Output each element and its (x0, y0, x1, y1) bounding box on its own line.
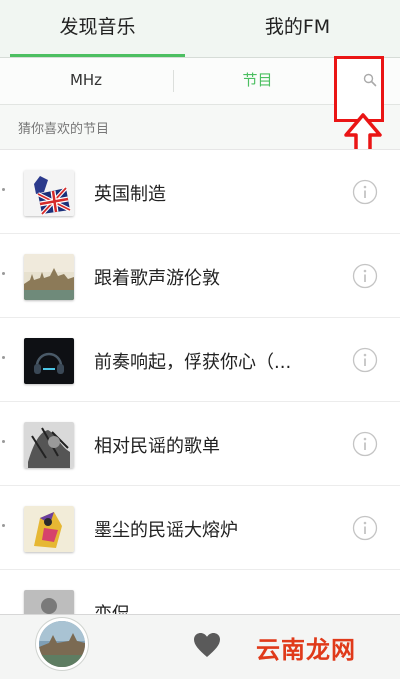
list-item[interactable]: 前奏响起，俘获你心（... (0, 318, 400, 402)
info-icon[interactable] (352, 263, 378, 289)
list-item[interactable]: 恋侃 (0, 570, 400, 615)
list-item[interactable]: 跟着歌声游伦敦 (0, 234, 400, 318)
edge-mark (2, 356, 5, 359)
active-tab-indicator (10, 54, 185, 57)
tab-my-fm[interactable]: 我的FM (195, 0, 400, 57)
headphones-art-icon (24, 338, 74, 384)
program-title: 墨尘的民谣大熔炉 (94, 520, 238, 541)
subtab-divider (173, 70, 174, 92)
program-title: 英国制造 (94, 184, 166, 205)
program-title: 前奏响起，俘获你心（... (94, 352, 292, 373)
program-title: 相对民谣的歌单 (94, 436, 220, 457)
section-label: 猜你喜欢的节目 (18, 122, 110, 137)
list-item[interactable]: 墨尘的民谣大熔炉 (0, 486, 400, 570)
edge-mark (2, 272, 5, 275)
subtab-mhz[interactable]: MHz (0, 58, 172, 104)
info-icon[interactable] (352, 515, 378, 541)
edge-mark (2, 188, 5, 191)
info-icon[interactable] (352, 347, 378, 373)
tab-my-fm-label: 我的FM (264, 16, 331, 38)
info-icon[interactable] (352, 431, 378, 457)
subtab-programs[interactable]: 节目 (175, 58, 340, 104)
uk-flag-icon (24, 170, 74, 216)
album-avatar-icon[interactable] (39, 621, 85, 667)
london-cityscape-icon (24, 254, 74, 300)
tab-discover-music-label: 发现音乐 (59, 16, 136, 38)
edge-mark (2, 524, 5, 527)
tab-discover-music[interactable]: 发现音乐 (0, 0, 195, 57)
list-item[interactable]: 英国制造 (0, 150, 400, 234)
illustration-art-icon (24, 506, 74, 552)
watermark-text: 云南龙网 (256, 636, 356, 664)
top-tab-bar: 发现音乐 我的FM (0, 0, 400, 58)
info-icon[interactable] (352, 179, 378, 205)
subtab-mhz-label: MHz (69, 71, 103, 89)
sketch-art-icon (24, 422, 74, 468)
heart-icon[interactable] (193, 632, 221, 658)
search-icon (363, 73, 377, 87)
subtab-programs-label: 节目 (242, 71, 273, 89)
program-list: 英国制造 跟着歌声游伦敦 前奏响起，俘获你心（... 相对民谣的歌单 墨尘的民谣… (0, 149, 400, 615)
program-title: 跟着歌声游伦敦 (94, 268, 220, 289)
portrait-art-icon (24, 590, 74, 615)
edge-mark (2, 440, 5, 443)
list-item[interactable]: 相对民谣的歌单 (0, 402, 400, 486)
program-title: 恋侃 (94, 604, 130, 615)
